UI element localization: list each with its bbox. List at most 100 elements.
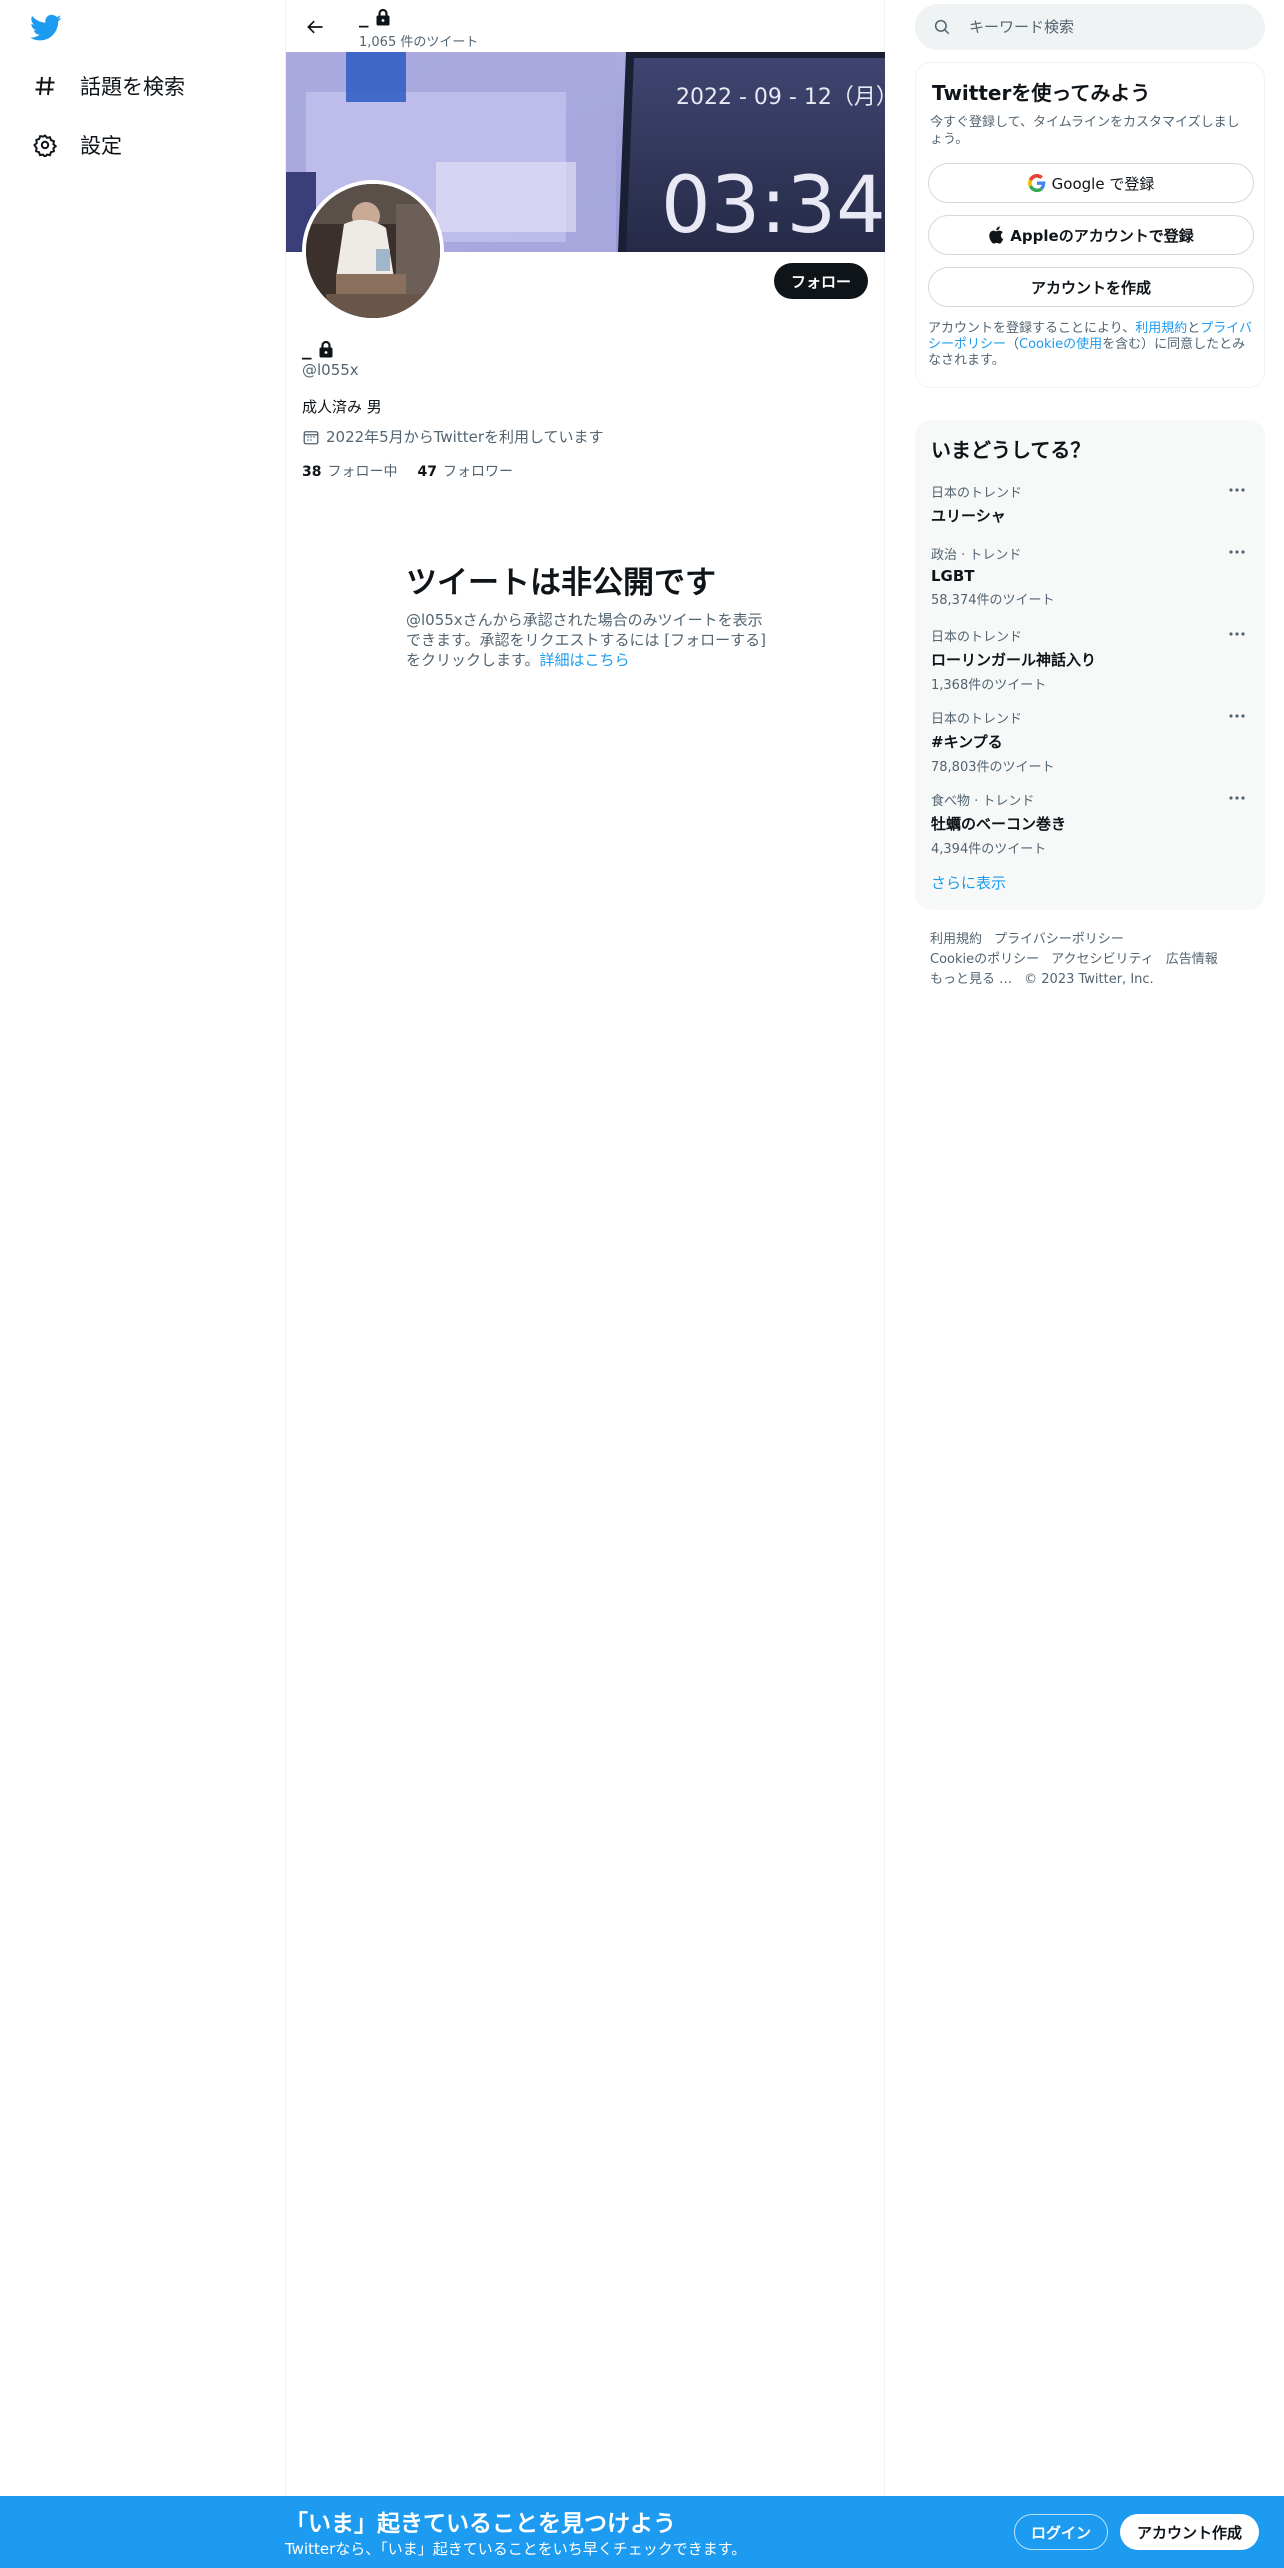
protected-body: @l055xさんから承認された場合のみツイートを表示できます。承認をリクエストす…	[406, 610, 776, 670]
more-options-icon[interactable]	[1225, 480, 1249, 500]
hashtag-icon	[30, 71, 60, 101]
header-tweet-count: 1,065 件のツイート	[359, 35, 479, 50]
signup-panel: Twitterを使ってみよう 今すぐ登録して、タイムラインをカスタマイズしましょ…	[915, 62, 1265, 388]
lock-icon	[319, 340, 332, 358]
header-name-text: _	[359, 6, 369, 28]
apple-signup-button[interactable]: Appleのアカウントで登録	[928, 215, 1254, 255]
arrow-left-icon	[307, 20, 323, 34]
apple-icon	[989, 226, 1004, 244]
signup-legal-text: アカウントを登録することにより、利用規約とプライバシーポリシー（Cookieの使…	[928, 321, 1254, 369]
trend-item[interactable]: 政治 · トレンド LGBT 58,374件のツイート	[915, 542, 1265, 622]
more-options-icon[interactable]	[1225, 542, 1249, 562]
back-button[interactable]	[298, 10, 332, 44]
google-icon	[1027, 174, 1045, 192]
footer-more-link[interactable]: もっと見る …	[930, 972, 1012, 987]
signup-button[interactable]: アカウント作成	[1120, 2514, 1260, 2550]
trend-category: 日本のトレンド	[931, 712, 1023, 727]
search-icon	[934, 19, 950, 35]
sidebar-item-settings[interactable]: 設定	[30, 123, 122, 167]
trend-name: #キンプる	[931, 733, 1003, 751]
following-link[interactable]: 38 フォロー中	[302, 461, 397, 481]
twitter-bird-icon[interactable]	[30, 14, 66, 44]
profile-handle: @l055x	[302, 361, 359, 379]
legal-prefix: アカウントを登録することにより、	[928, 321, 1136, 336]
footer-privacy-link[interactable]: プライバシーポリシー	[994, 932, 1124, 947]
signup-subtitle: 今すぐ登録して、タイムラインをカスタマイズしましょう。	[930, 115, 1240, 147]
create-account-button[interactable]: アカウントを作成	[928, 267, 1254, 307]
profile-bio: 成人済み 男	[302, 398, 382, 416]
learn-more-link[interactable]: 詳細はこちら	[540, 651, 630, 669]
trends-title: いまどうしてる？	[931, 438, 1091, 462]
trend-category: 食べ物 · トレンド	[931, 794, 1035, 809]
cookie-link[interactable]: Cookieの使用	[1019, 337, 1102, 352]
following-count: 38	[302, 464, 322, 480]
bottom-bar-title: 「いま」起きていることを見つけよう	[285, 2511, 676, 2537]
footer-row: もっと見る … © 2023 Twitter, Inc.	[930, 970, 1260, 990]
profile-name-text: _	[302, 338, 312, 360]
follow-button[interactable]: フォロー	[773, 263, 868, 299]
avatar[interactable]	[302, 180, 444, 322]
trend-item[interactable]: 日本のトレンド #キンプる 78,803件のツイート	[915, 706, 1265, 786]
sidebar-item-label: 話題を検索	[80, 75, 185, 99]
footer-links: 利用規約 プライバシーポリシー Cookieのポリシー アクセシビリティ 広告情報 も…	[930, 930, 1260, 990]
footer-accessibility-link[interactable]: アクセシビリティ	[1051, 952, 1154, 967]
search-input[interactable]	[969, 18, 1239, 36]
trend-item[interactable]: 日本のトレンド ローリンガール神話入り 1,368件のツイート	[915, 624, 1265, 704]
footer-copyright: © 2023 Twitter, Inc.	[1024, 972, 1154, 987]
footer-ads-link[interactable]: 広告情報	[1166, 952, 1218, 967]
more-options-icon[interactable]	[1225, 706, 1249, 726]
apple-signup-label: Appleのアカウントで登録	[1010, 226, 1194, 245]
trend-name: LGBT	[931, 567, 975, 585]
trend-item[interactable]: 食べ物 · トレンド 牡蠣のベーコン巻き 4,394件のツイート	[915, 788, 1265, 868]
header-display-name: _	[359, 6, 391, 28]
terms-link[interactable]: 利用規約	[1135, 321, 1187, 336]
google-signup-button[interactable]: Google で登録	[928, 163, 1254, 203]
footer-cookie-link[interactable]: Cookieのポリシー	[930, 952, 1039, 967]
legal-and: と	[1187, 321, 1201, 336]
more-options-icon[interactable]	[1225, 624, 1249, 644]
search-box[interactable]	[915, 4, 1265, 50]
profile-stats: 38 フォロー中 47 フォロワー	[302, 461, 513, 481]
trends-panel: いまどうしてる？ 日本のトレンド ユリーシャ 政治 · トレンド LGBT 58…	[915, 420, 1265, 910]
profile-joined-date: 2022年5月からTwitterを利用しています	[302, 426, 604, 447]
sidebar-item-explore[interactable]: 話題を検索	[30, 64, 185, 108]
followers-label: フォロワー	[442, 464, 513, 480]
trend-tweet-count: 78,803件のツイート	[931, 760, 1055, 775]
banner-time-text: 03:34	[661, 161, 885, 251]
login-prompt-bar: 「いま」起きていることを見つけよう Twitterなら、「いま」起きていることを…	[0, 2496, 1284, 2568]
banner-date-text: 2022 - 09 - 12（月）	[676, 85, 885, 110]
calendar-icon	[303, 430, 319, 444]
profile-display-name: _	[302, 338, 334, 360]
gear-icon	[30, 130, 60, 160]
followers-count: 47	[417, 464, 437, 480]
legal-cookie-open: （	[1006, 337, 1020, 352]
bottom-bar-subtitle: Twitterなら、「いま」起きていることをいち早くチェックできます。	[285, 2540, 747, 2558]
google-signup-label: Google で登録	[1051, 174, 1155, 193]
footer-row: Cookieのポリシー アクセシビリティ 広告情報	[930, 950, 1260, 970]
joined-text: 2022年5月からTwitterを利用しています	[326, 428, 604, 446]
protected-tweets-notice: ツイートは非公開です @l055xさんから承認された場合のみツイートを表示できま…	[406, 565, 776, 670]
login-button[interactable]: ログイン	[1014, 2514, 1109, 2550]
trend-category: 政治 · トレンド	[931, 548, 1022, 563]
footer-row: 利用規約 プライバシーポリシー	[930, 930, 1260, 950]
followers-link[interactable]: 47 フォロワー	[417, 461, 512, 481]
trend-name: 牡蠣のベーコン巻き	[931, 815, 1067, 833]
profile-header-bar: _ 1,065 件のツイート	[286, 0, 884, 52]
lock-icon	[376, 8, 389, 26]
trend-name: ローリンガール神話入り	[931, 651, 1097, 669]
trend-category: 日本のトレンド	[931, 630, 1023, 645]
trend-tweet-count: 1,368件のツイート	[931, 678, 1047, 693]
trend-category: 日本のトレンド	[931, 486, 1023, 501]
sidebar-item-label: 設定	[80, 134, 122, 158]
following-label: フォロー中	[327, 464, 398, 480]
protected-title: ツイートは非公開です	[406, 565, 716, 601]
more-options-icon[interactable]	[1225, 788, 1249, 808]
footer-terms-link[interactable]: 利用規約	[930, 932, 982, 947]
left-sidebar: 話題を検索 設定	[0, 0, 285, 2496]
show-more-link[interactable]: さらに表示	[931, 872, 1006, 893]
trend-tweet-count: 58,374件のツイート	[931, 593, 1055, 608]
profile-column: _ 1,065 件のツイート 2022 - 09 - 12（月） 03:34 フ…	[285, 0, 885, 2496]
signup-title: Twitterを使ってみよう	[932, 81, 1151, 105]
trend-tweet-count: 4,394件のツイート	[931, 842, 1047, 857]
trend-name: ユリーシャ	[931, 507, 1006, 525]
